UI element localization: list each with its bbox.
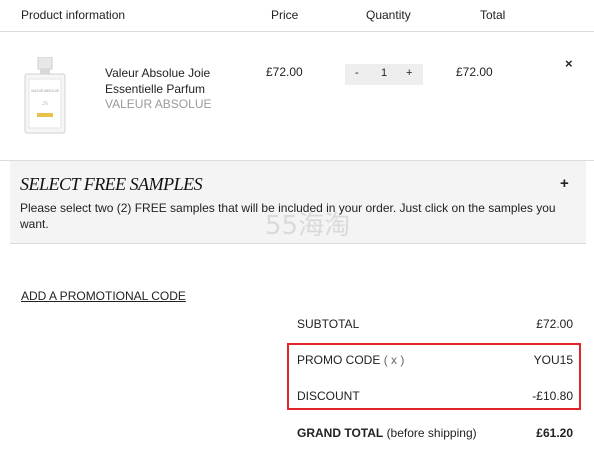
samples-title[interactable]: SELECT FREE SAMPLES bbox=[20, 174, 203, 195]
grand-total-label: GRAND TOTAL bbox=[297, 426, 384, 440]
subtotal-value: £72.00 bbox=[536, 317, 573, 331]
promo-highlight-box bbox=[287, 343, 581, 410]
cart-header: Product information Price Quantity Total bbox=[0, 0, 594, 32]
quantity-decrease-button[interactable]: - bbox=[355, 67, 359, 79]
grand-total-value: £61.20 bbox=[536, 426, 573, 440]
quantity-stepper: - 1 + bbox=[345, 64, 423, 85]
expand-samples-icon[interactable]: + bbox=[560, 175, 569, 192]
thumb-label: VALEUR ABSOLUE bbox=[31, 89, 59, 93]
add-promo-code-link[interactable]: ADD A PROMOTIONAL CODE bbox=[21, 289, 186, 303]
cart-item-row: VALEUR ABSOLUE 26 Valeur Absolue Joie Es… bbox=[0, 32, 594, 161]
quantity-value[interactable]: 1 bbox=[381, 67, 387, 79]
product-brand[interactable]: VALEUR ABSOLUE bbox=[105, 97, 212, 111]
quantity-increase-button[interactable]: + bbox=[406, 67, 412, 79]
free-samples-section: SELECT FREE SAMPLES + Please select two … bbox=[10, 161, 586, 244]
grand-total-note: (before shipping) bbox=[386, 426, 477, 440]
product-image[interactable]: VALEUR ABSOLUE 26 bbox=[23, 57, 67, 135]
remove-item-icon[interactable]: × bbox=[565, 56, 573, 71]
product-total: £72.00 bbox=[456, 65, 493, 79]
header-price: Price bbox=[271, 8, 299, 22]
header-product: Product information bbox=[21, 8, 126, 22]
product-price: £72.00 bbox=[266, 65, 303, 79]
subtotal-label: SUBTOTAL bbox=[297, 317, 360, 331]
header-total: Total bbox=[480, 8, 506, 22]
product-name[interactable]: Valeur Absolue Joie Essentielle Parfum bbox=[105, 65, 225, 97]
svg-text:26: 26 bbox=[42, 101, 48, 107]
header-quantity: Quantity bbox=[366, 8, 411, 22]
samples-description: Please select two (2) FREE samples that … bbox=[20, 201, 556, 231]
cart-page: Product information Price Quantity Total… bbox=[0, 0, 594, 454]
